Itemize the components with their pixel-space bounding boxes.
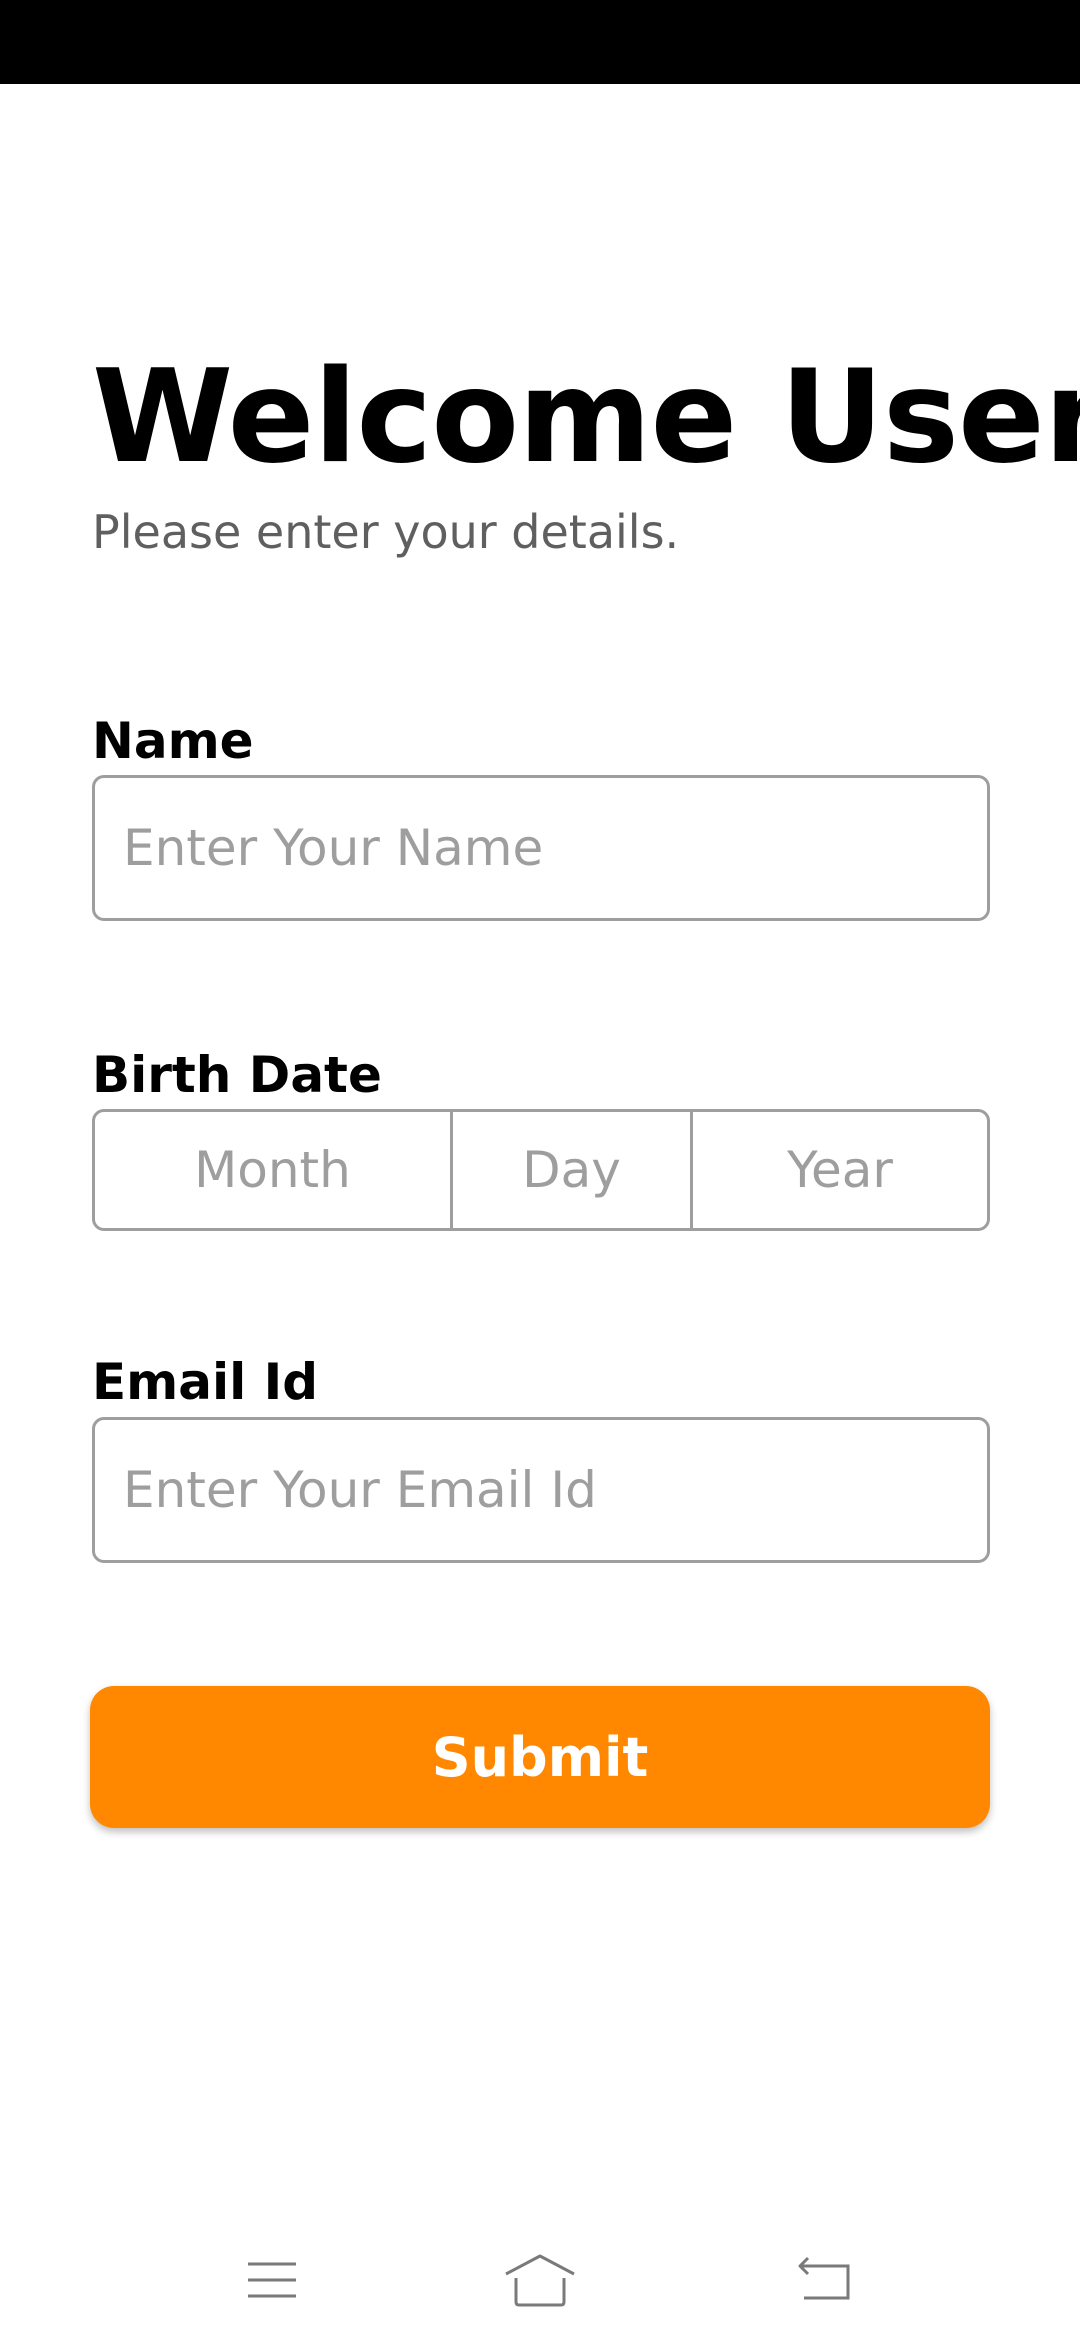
page-subtitle: Please enter your details.: [92, 505, 680, 559]
menu-button[interactable]: [222, 2240, 322, 2320]
email-input[interactable]: [95, 1420, 987, 1560]
day-input[interactable]: [453, 1112, 690, 1228]
name-label: Name: [92, 712, 254, 770]
year-input[interactable]: [693, 1112, 987, 1228]
day-field[interactable]: [453, 1112, 693, 1228]
home-button[interactable]: [490, 2240, 590, 2320]
month-field[interactable]: [95, 1112, 453, 1228]
navigation-bar: [0, 2220, 1080, 2340]
page-title: Welcome User: [92, 343, 1080, 492]
status-bar: [0, 0, 1080, 84]
birth-date-label: Birth Date: [92, 1046, 382, 1104]
year-field[interactable]: [693, 1112, 987, 1228]
email-field[interactable]: [92, 1417, 990, 1563]
name-input[interactable]: [95, 778, 987, 918]
menu-icon: [248, 2262, 296, 2298]
email-label: Email Id: [92, 1353, 319, 1411]
name-field[interactable]: [92, 775, 990, 921]
birth-date-group: [92, 1109, 990, 1231]
submit-button[interactable]: Submit: [90, 1686, 990, 1828]
back-button[interactable]: [774, 2240, 874, 2320]
home-icon: [505, 2254, 575, 2307]
month-input[interactable]: [95, 1112, 450, 1228]
back-icon: [798, 2256, 850, 2300]
